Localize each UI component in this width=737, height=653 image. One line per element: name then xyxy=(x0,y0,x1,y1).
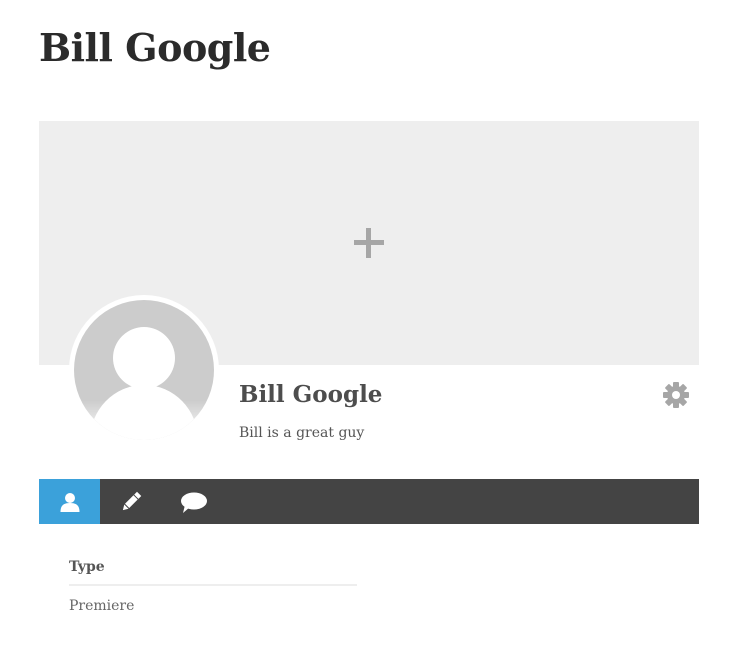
profile-name: Bill Google xyxy=(239,381,383,408)
tab-comments[interactable] xyxy=(179,479,240,524)
page-title: Bill Google xyxy=(39,25,271,70)
field-label-type: Type xyxy=(69,559,105,575)
profile-bio: Bill is a great guy xyxy=(239,425,365,441)
divider xyxy=(69,584,357,586)
add-cover-photo-icon[interactable] xyxy=(354,228,384,258)
gear-icon[interactable] xyxy=(662,381,690,409)
tab-posts[interactable] xyxy=(100,479,161,524)
default-avatar-icon xyxy=(74,300,214,440)
field-value-type: Premiere xyxy=(69,598,135,614)
user-icon xyxy=(60,493,80,512)
comment-icon xyxy=(181,492,207,513)
avatar[interactable] xyxy=(69,295,219,445)
profile-tab-bar xyxy=(39,479,699,524)
tab-profile[interactable] xyxy=(39,479,100,524)
pencil-icon xyxy=(122,491,142,511)
